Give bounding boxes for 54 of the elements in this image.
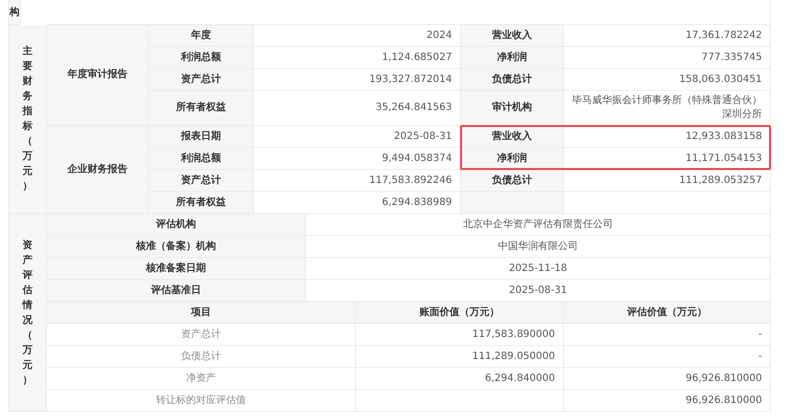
row-label: 核准（备案）机构 bbox=[47, 236, 306, 258]
column-header: 账面价值（万元） bbox=[356, 302, 564, 324]
table-cell: 6,294.840000 bbox=[356, 368, 564, 390]
group-title: 企业财务报告 bbox=[68, 162, 128, 176]
row-label: 营业收入 bbox=[461, 25, 564, 47]
table-cell: 转让标的对应评估值 bbox=[47, 390, 356, 412]
row-label: 年度 bbox=[149, 25, 254, 47]
table-cell: 35,264.841563 bbox=[254, 91, 461, 126]
table-cell: 96,926.810000 bbox=[564, 390, 771, 412]
row-label: 负债总计 bbox=[461, 69, 564, 91]
table-cell: 777.335745 bbox=[564, 47, 771, 69]
table-cell: 2024 bbox=[254, 25, 461, 47]
row-label: 所有者权益 bbox=[149, 91, 254, 126]
row-label: 利润总额 bbox=[149, 148, 254, 170]
row-label: 审计机构 bbox=[461, 91, 564, 126]
table-cell: 96,926.810000 bbox=[564, 368, 771, 390]
row-label: 核准备案日期 bbox=[47, 258, 306, 280]
table-cell: 117,583.890000 bbox=[356, 324, 564, 346]
table-cell: 12,933.083158 bbox=[564, 126, 771, 148]
row-label: 净利润 bbox=[461, 148, 564, 170]
table-cell: 净资产 bbox=[47, 368, 356, 390]
row-label: 负债总计 bbox=[461, 170, 564, 192]
row-label: 评估基准日 bbox=[47, 280, 306, 302]
section-label: 资产评估情况（万元） bbox=[22, 238, 34, 388]
row-label: 所有者权益 bbox=[149, 192, 254, 214]
table-cell: 负债总计 bbox=[47, 346, 356, 368]
table-cell: 中国华润有限公司 bbox=[306, 236, 771, 258]
table-cell: 1,124.685027 bbox=[254, 47, 461, 69]
table-cell: 158,063.030451 bbox=[564, 69, 771, 91]
group-title: 年度审计报告 bbox=[68, 68, 128, 82]
table-cell: - bbox=[564, 324, 771, 346]
table-cell: 资产总计 bbox=[47, 324, 356, 346]
table-cell: 111,289.053257 bbox=[564, 170, 771, 192]
table-cell: 117,583.892246 bbox=[254, 170, 461, 192]
table-cell: 2025-08-31 bbox=[306, 280, 771, 302]
row-label: 评估机构 bbox=[47, 214, 306, 236]
table-cell: 193,327.872014 bbox=[254, 69, 461, 91]
column-header: 评估价值（万元） bbox=[564, 302, 771, 324]
table-cell: 2025-08-31 bbox=[254, 126, 461, 148]
table-cell: 111,289.050000 bbox=[356, 346, 564, 368]
table-cell: 17,361.782242 bbox=[564, 25, 771, 47]
column-header: 项目 bbox=[47, 302, 356, 324]
table-cell: 6,294.838989 bbox=[254, 192, 461, 214]
section-label: 主要财务指标（万元） bbox=[22, 44, 34, 194]
table-cell: 北京中企华资产评估有限责任公司 bbox=[306, 214, 771, 236]
row-label: 营业收入 bbox=[461, 126, 564, 148]
row-label: 资产总计 bbox=[149, 170, 254, 192]
row-label: 报表日期 bbox=[149, 126, 254, 148]
section-label: 构 bbox=[9, 0, 21, 25]
row-label: 利润总额 bbox=[149, 47, 254, 69]
row-label: 资产总计 bbox=[149, 69, 254, 91]
table-cell: - bbox=[564, 346, 771, 368]
row-label: 净利润 bbox=[461, 47, 564, 69]
table-cell: 2025-11-18 bbox=[306, 258, 771, 280]
